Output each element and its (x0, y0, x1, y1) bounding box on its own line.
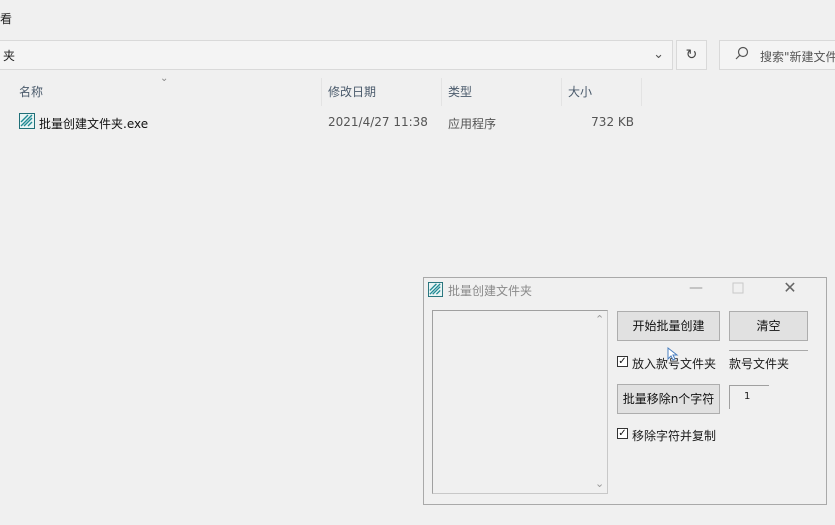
address-bar[interactable]: 夹 ⌄ (0, 40, 673, 70)
search-icon (735, 46, 749, 60)
dialog-title: 批量创建文件夹 (448, 284, 533, 298)
checkmark-icon: ✓ (618, 428, 627, 439)
refresh-icon: ↻ (685, 47, 698, 63)
divider (729, 350, 808, 351)
column-header-date[interactable]: 修改日期 (328, 84, 376, 106)
view-menu-fragment[interactable]: 看 (0, 10, 12, 27)
folder-list-box[interactable]: ⌃ ⌄ (432, 310, 608, 494)
column-divider[interactable] (561, 78, 562, 106)
address-text: 夹 (3, 49, 16, 63)
column-header-size[interactable]: 大小 (568, 84, 592, 106)
scroll-up-icon[interactable]: ⌃ (595, 313, 604, 326)
folder-suffix-label: 款号文件夹 (729, 357, 790, 371)
column-header-name[interactable]: 名称 (19, 84, 43, 106)
application-icon (428, 282, 443, 297)
search-placeholder: 搜索"新建文件 (760, 50, 835, 64)
column-header-type[interactable]: 类型 (448, 84, 472, 106)
start-batch-create-button[interactable]: 开始批量创建 (617, 311, 720, 341)
column-divider[interactable] (641, 78, 642, 106)
remove-and-copy-checkbox[interactable]: ✓ (617, 428, 628, 439)
put-into-folder-checkbox[interactable]: ✓ (617, 356, 628, 367)
clear-button[interactable]: 清空 (729, 311, 808, 341)
file-name: 批量创建文件夹.exe (39, 117, 149, 131)
scroll-down-icon[interactable]: ⌄ (595, 477, 604, 490)
chevron-down-icon[interactable]: ⌄ (653, 47, 664, 62)
sort-indicator-icon: ⌄ (160, 73, 169, 84)
file-size: 732 KB (591, 115, 634, 129)
checkmark-icon: ✓ (618, 356, 627, 367)
column-divider[interactable] (441, 78, 442, 106)
search-input[interactable]: 搜索"新建文件 (719, 40, 835, 70)
file-row[interactable]: 批量创建文件夹.exe 2021/4/27 11:38 应用程序 732 KB (0, 112, 650, 134)
batch-remove-chars-button[interactable]: 批量移除n个字符 (617, 384, 720, 414)
column-divider[interactable] (321, 78, 322, 106)
file-modified-date: 2021/4/27 11:38 (328, 115, 428, 129)
close-icon[interactable]: ✕ (780, 278, 800, 297)
file-type: 应用程序 (448, 117, 497, 131)
busy-cursor-icon (667, 346, 679, 361)
application-icon (19, 113, 35, 129)
refresh-button[interactable]: ↻ (676, 40, 707, 70)
remove-and-copy-label[interactable]: 移除字符并复制 (632, 427, 716, 444)
minimize-icon[interactable]: — (686, 280, 706, 296)
remove-count-input[interactable]: 1 (729, 385, 769, 409)
maximize-icon[interactable] (732, 282, 744, 294)
batch-folder-dialog: 批量创建文件夹 — ✕ ⌃ ⌄ 开始批量创建 清空 ✓ 放入款号文件夹 款号文件… (423, 277, 827, 505)
